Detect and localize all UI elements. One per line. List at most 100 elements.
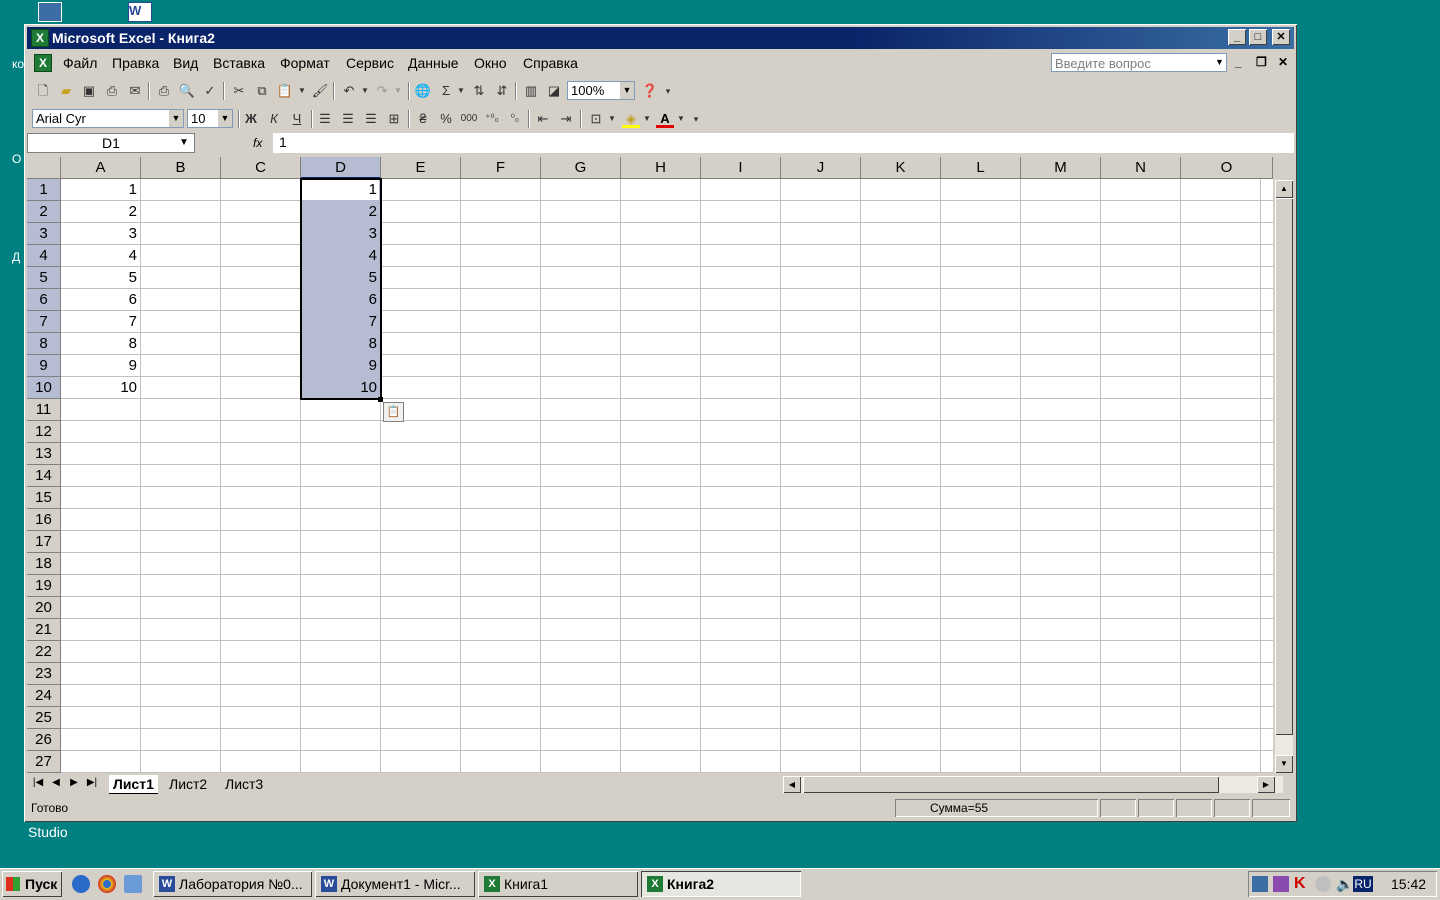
cell-a8[interactable]: 8 — [61, 333, 141, 354]
maximize-button[interactable]: □ — [1249, 29, 1267, 45]
cell-d2[interactable]: 2 — [301, 201, 381, 222]
row-header-2[interactable]: 2 — [27, 201, 61, 223]
row-header-27[interactable]: 27 — [27, 751, 61, 773]
toolbar-options-icon[interactable]: ▾ — [687, 110, 705, 128]
column-header-l[interactable]: L — [941, 157, 1021, 179]
row-header-6[interactable]: 6 — [27, 289, 61, 311]
sheet-tab-2[interactable]: Лист2 — [165, 775, 211, 793]
chevron-down-icon[interactable]: ▼ — [603, 110, 621, 128]
cell-d7[interactable]: 7 — [301, 311, 381, 332]
row-header-5[interactable]: 5 — [27, 267, 61, 289]
chevron-down-icon[interactable]: ▼ — [179, 137, 189, 148]
italic-button[interactable]: К — [265, 110, 283, 128]
ie-icon[interactable] — [72, 875, 90, 893]
chevron-down-icon[interactable]: ▼ — [1215, 57, 1224, 67]
desktop-word-icon[interactable]: W — [128, 2, 152, 22]
workbook-icon[interactable]: X — [34, 54, 52, 72]
menu-tools[interactable]: Сервис — [346, 55, 394, 71]
row-header-14[interactable]: 14 — [27, 465, 61, 487]
start-button[interactable]: Пуск — [2, 871, 62, 897]
settings-icon[interactable] — [1315, 876, 1331, 892]
security-icon[interactable] — [1273, 876, 1289, 892]
cell-a3[interactable]: 3 — [61, 223, 141, 244]
menu-edit[interactable]: Правка — [112, 55, 159, 71]
decrease-indent-icon[interactable]: ⇤ — [534, 110, 552, 128]
row-header-23[interactable]: 23 — [27, 663, 61, 685]
row-header-3[interactable]: 3 — [27, 223, 61, 245]
chevron-down-icon[interactable]: ▼ — [356, 82, 374, 100]
prev-sheet-icon[interactable]: ◀ — [47, 777, 65, 788]
cell-a4[interactable]: 4 — [61, 245, 141, 266]
close-button[interactable]: ✕ — [1272, 29, 1290, 45]
row-header-11[interactable]: 11 — [27, 399, 61, 421]
cell-a6[interactable]: 6 — [61, 289, 141, 310]
merge-center-icon[interactable]: ⊞ — [385, 110, 403, 128]
clock[interactable]: 15:42 — [1391, 876, 1426, 892]
chevron-down-icon[interactable]: ▼ — [169, 110, 183, 127]
drawing-icon[interactable]: ◪ — [545, 82, 563, 100]
chevron-down-icon[interactable]: ▼ — [452, 82, 470, 100]
column-header-g[interactable]: G — [541, 157, 621, 179]
hyperlink-icon[interactable]: 🌐 — [414, 82, 432, 100]
row-header-15[interactable]: 15 — [27, 487, 61, 509]
horizontal-scroll-thumb[interactable] — [803, 776, 1219, 793]
underline-button[interactable]: Ч — [288, 110, 306, 128]
insert-function-button[interactable]: fx — [253, 136, 262, 150]
row-header-20[interactable]: 20 — [27, 597, 61, 619]
column-header-b[interactable]: B — [141, 157, 221, 179]
menu-window[interactable]: Окно — [474, 55, 507, 71]
new-icon[interactable]: 🗋 — [34, 82, 52, 100]
cell-d4[interactable]: 4 — [301, 245, 381, 266]
cell-a7[interactable]: 7 — [61, 311, 141, 332]
kaspersky-icon[interactable]: K — [1294, 876, 1310, 892]
doc-minimize-button[interactable]: _ — [1235, 55, 1242, 69]
row-header-18[interactable]: 18 — [27, 553, 61, 575]
column-header-e[interactable]: E — [381, 157, 461, 179]
row-header-9[interactable]: 9 — [27, 355, 61, 377]
column-header-o[interactable]: O — [1181, 157, 1273, 179]
menu-help[interactable]: Справка — [523, 55, 578, 71]
task-word-lab[interactable]: W Лаборатория №0... — [153, 871, 312, 897]
language-indicator[interactable]: RU — [1353, 876, 1373, 892]
cell-d8[interactable]: 8 — [301, 333, 381, 354]
cut-icon[interactable]: ✂ — [230, 82, 248, 100]
formula-input[interactable]: 1 — [273, 133, 1294, 153]
print-preview-icon[interactable]: 🔍 — [178, 82, 196, 100]
font-name-select[interactable]: Arial Cyr ▼ — [32, 109, 184, 128]
cell-d9[interactable]: 9 — [301, 355, 381, 376]
column-header-j[interactable]: J — [781, 157, 861, 179]
sort-asc-icon[interactable]: ⇅ — [470, 82, 488, 100]
row-header-17[interactable]: 17 — [27, 531, 61, 553]
menu-format[interactable]: Формат — [280, 55, 330, 71]
first-sheet-icon[interactable]: |◀ — [29, 777, 47, 788]
title-bar[interactable]: X Microsoft Excel - Книга2 _ □ ✕ — [27, 27, 1294, 49]
font-size-select[interactable]: 10 ▼ — [187, 109, 233, 128]
next-sheet-icon[interactable]: ▶ — [65, 777, 83, 788]
horizontal-scrollbar[interactable]: ◀ ▶ — [783, 776, 1283, 793]
scroll-right-icon[interactable]: ▶ — [1257, 776, 1275, 793]
volume-icon[interactable]: 🔈 — [1336, 876, 1353, 892]
sheet-tab-3[interactable]: Лист3 — [221, 775, 267, 793]
desktop-app-icon[interactable] — [38, 2, 62, 22]
task-excel-book2[interactable]: X Книга2 — [641, 871, 801, 897]
worksheet-grid[interactable]: A B C D E F G H I J K L M N O 1 2 3 4 5 6 7 8 9 10 11 12 13 14 15 16 17… — [27, 157, 1273, 773]
paste-options-icon[interactable]: 📋 — [383, 402, 404, 422]
format-painter-icon[interactable]: 🖌 — [311, 82, 329, 100]
column-header-c[interactable]: C — [221, 157, 301, 179]
permission-icon[interactable]: ⎙ — [103, 82, 121, 100]
task-word-doc1[interactable]: W Документ1 - Micr... — [315, 871, 475, 897]
thousands-button[interactable]: 000 — [460, 110, 478, 128]
column-header-k[interactable]: K — [861, 157, 941, 179]
scroll-up-icon[interactable]: ▲ — [1275, 180, 1293, 198]
increase-decimal-button[interactable]: ⁺⁰₀ — [483, 110, 501, 128]
row-header-25[interactable]: 25 — [27, 707, 61, 729]
menu-view[interactable]: Вид — [173, 55, 198, 71]
cell-d5[interactable]: 5 — [301, 267, 381, 288]
row-header-26[interactable]: 26 — [27, 729, 61, 751]
doc-restore-icon[interactable]: ❐ — [1256, 55, 1267, 69]
row-header-4[interactable]: 4 — [27, 245, 61, 267]
chevron-down-icon[interactable]: ▼ — [293, 82, 311, 100]
scroll-left-icon[interactable]: ◀ — [783, 776, 801, 793]
column-header-n[interactable]: N — [1101, 157, 1181, 179]
column-header-h[interactable]: H — [621, 157, 701, 179]
